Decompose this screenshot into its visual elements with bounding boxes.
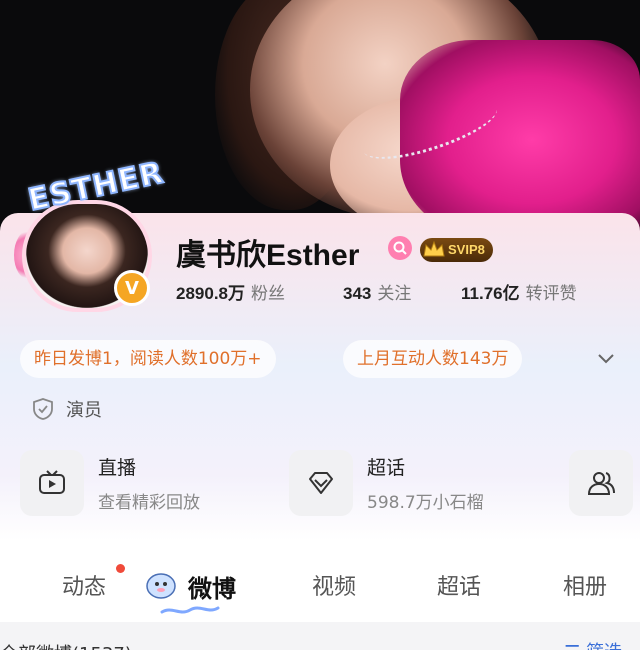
shield-icon [33, 398, 53, 420]
stat-label: 转评赞 [525, 284, 577, 304]
tab-video[interactable]: 视频 [312, 569, 356, 601]
chevron-down-icon[interactable] [596, 348, 616, 368]
stat-interactions[interactable]: 11.76亿 转评赞 [461, 279, 577, 304]
diamond-icon [309, 472, 333, 494]
entry-friends[interactable] [569, 450, 633, 516]
stat-value: 343 [343, 284, 372, 303]
entry-icon-box [289, 450, 353, 516]
tag-monthly-interactions[interactable]: 上月互动人数143万 [343, 340, 523, 378]
profile-name: 虞书欣Esther [176, 239, 360, 272]
filter-button[interactable]: ☰ 筛选 [564, 638, 622, 650]
entry-icon-box [20, 450, 84, 516]
stat-following[interactable]: 343 关注 [343, 279, 411, 304]
svip-badge[interactable]: SVIP8 [420, 238, 493, 262]
entry-title: 超话 [367, 457, 406, 479]
role-row: 演员 [32, 396, 102, 422]
search-icon[interactable] [388, 236, 412, 260]
svip-label: SVIP8 [448, 242, 485, 257]
tv-icon [39, 470, 65, 494]
tag-yesterday-posts[interactable]: 昨日发博1，阅读人数100万+ [20, 340, 276, 378]
crown-icon [423, 240, 445, 257]
tab-album[interactable]: 相册 [563, 569, 607, 601]
entry-live[interactable]: 直播 查看精彩回放 [20, 450, 200, 516]
entry-supertopic[interactable]: 超话 598.7万小石榴 [289, 450, 484, 516]
profile-tabs: 动态 微博 视频 超话 相册 [0, 555, 640, 615]
users-icon [587, 472, 615, 495]
stat-label: 关注 [377, 284, 412, 304]
mascot-icon [146, 573, 176, 599]
entry-title: 直播 [98, 457, 137, 479]
stat-value: 2890.8万 [176, 284, 245, 303]
tab-dynamic[interactable]: 动态 [62, 569, 106, 601]
feed-filter-bar: 全部微博(1537) ☰ 筛选 [0, 622, 640, 650]
tab-active-indicator [160, 606, 220, 614]
stat-followers[interactable]: 2890.8万 粉丝 [176, 279, 285, 304]
tab-weibo[interactable]: 微博 [188, 569, 236, 604]
all-posts-label[interactable]: 全部微博(1537) [0, 640, 132, 650]
tab-supertopic[interactable]: 超话 [437, 569, 481, 601]
role-label: 演员 [66, 400, 102, 421]
stat-label: 粉丝 [251, 284, 285, 304]
notification-dot [116, 564, 125, 573]
entry-subtitle: 查看精彩回放 [98, 493, 200, 513]
entry-subtitle: 598.7万小石榴 [367, 493, 484, 513]
stat-value: 11.76亿 [461, 284, 520, 303]
verified-v-icon: V [114, 270, 150, 306]
